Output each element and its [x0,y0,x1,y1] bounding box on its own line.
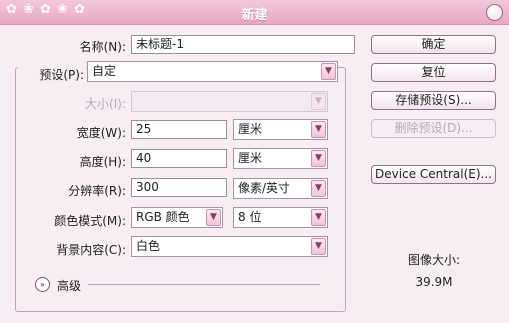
chevron-down-icon: ▼ [311,209,326,226]
name-label: 名称(N): [79,40,126,54]
preset-select[interactable]: 自定 ▼ [87,61,338,82]
background-value: 白色 [136,239,161,253]
name-input[interactable]: 未标题-1 [131,35,355,54]
preset-label: 预设(P): [18,66,86,83]
size-select: ▼ [131,91,328,112]
chevron-down-icon: ▼ [321,63,336,80]
chevron-down-icon: ▼ [311,121,326,138]
delete-preset-button: 删除预设(D)... [371,119,496,138]
background-select[interactable]: 白色 ▼ [131,236,328,257]
device-central-button[interactable]: Device Central(E)... [371,165,496,184]
bit-depth-select[interactable]: 8 位 ▼ [233,207,328,228]
bit-depth-value: 8 位 [238,210,262,224]
window-title: 新建 [241,8,268,23]
width-input[interactable]: 25 [131,120,227,139]
chevron-down-icon: ▼ [311,150,326,167]
advanced-divider [88,284,320,285]
color-mode-select[interactable]: RGB 颜色 ▼ [131,207,223,228]
chevron-down-icon: ▼ [311,238,326,255]
preset-value: 自定 [92,64,117,78]
height-input[interactable]: 40 [131,149,227,168]
size-label: 大小(I): [85,97,126,111]
resolution-unit-select[interactable]: 像素/英寸 ▼ [233,178,328,199]
height-unit-value: 厘米 [238,151,263,165]
background-label: 背景内容(C): [56,243,126,257]
title-bar: ✿ ❀ ✿ ❀ ✿ 新建 [0,0,509,25]
advanced-toggle-icon[interactable]: » [35,277,50,292]
resolution-input[interactable]: 300 [131,178,227,197]
width-unit-value: 厘米 [238,122,263,136]
height-unit-select[interactable]: 厘米 ▼ [233,148,328,169]
close-button[interactable] [486,4,503,21]
resolution-unit-value: 像素/英寸 [238,181,291,195]
chevron-down-icon: ▼ [206,209,221,226]
save-preset-button[interactable]: 存储预设(S)... [371,91,496,110]
chevron-down-icon: ▼ [311,93,326,110]
ok-button[interactable]: 确定 [371,35,496,54]
color-mode-label: 颜色模式(M): [54,214,126,228]
chevron-down-icon: ▼ [311,180,326,197]
reset-button[interactable]: 复位 [371,63,496,82]
width-unit-select[interactable]: 厘米 ▼ [233,119,328,140]
image-size-value: 39.9M [415,275,453,289]
advanced-label[interactable]: 高级 [57,277,81,294]
width-label: 宽度(W): [76,126,126,140]
image-size-label: 图像大小: [407,253,461,267]
color-mode-value: RGB 颜色 [136,210,190,224]
resolution-label: 分辨率(R): [68,184,126,198]
height-label: 高度(H): [79,155,126,169]
